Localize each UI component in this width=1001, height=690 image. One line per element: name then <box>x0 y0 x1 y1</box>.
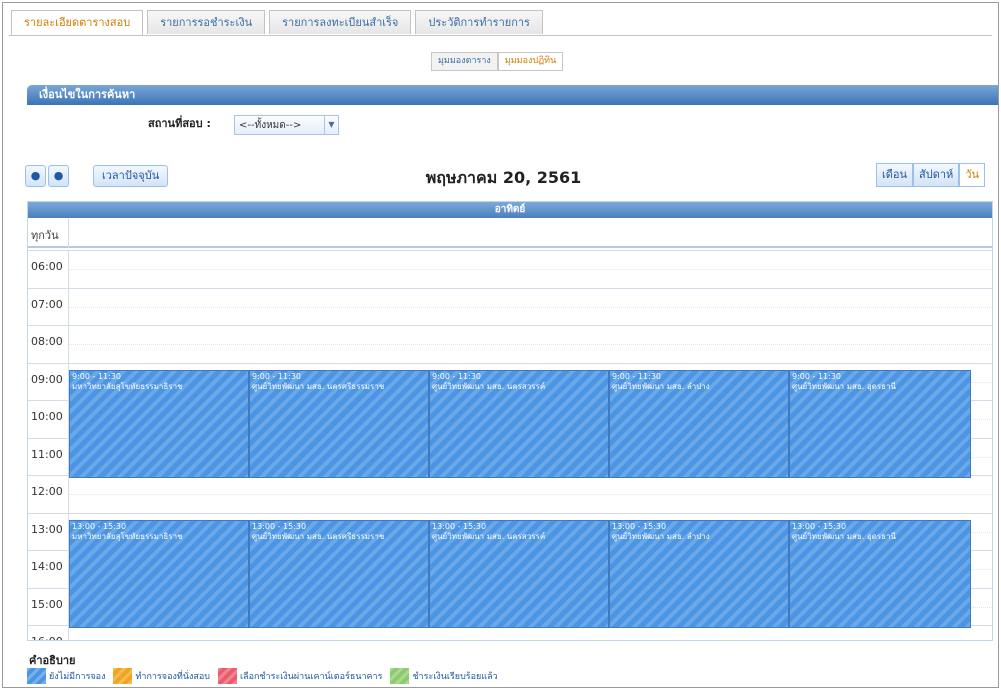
legend-item: ยังไม่มีการจอง <box>27 668 105 684</box>
event-location: มหาวิทยาลัยสุโขทัยธรรมาธิราช <box>72 531 183 541</box>
event-location: ศูนย์วิทยพัฒนา มสธ. ลำปาง <box>612 381 710 391</box>
event-time: 9:00 - 11:30 <box>432 371 481 381</box>
event-time: 13:00 - 15:30 <box>72 521 127 531</box>
view-switch: มุมมองตาราง มุมมองปฏิทิน <box>431 52 564 71</box>
event-location: มหาวิทยาลัยสุโขทัยธรรมาธิราช <box>72 381 183 391</box>
event-time: 9:00 - 11:30 <box>252 371 301 381</box>
event-location: ศูนย์วิทยพัฒนา มสธ. อุดรธานี <box>792 381 896 391</box>
search-panel: เงื่อนไขในการค้นหา สถานที่สอบ : <--ทั้งห… <box>27 85 998 145</box>
tab-pending-payment[interactable]: รายการรอชำระเงิน <box>147 10 266 34</box>
search-panel-title: เงื่อนไขในการค้นหา <box>27 85 998 105</box>
tab-history[interactable]: ประวัติการทำรายการ <box>415 10 543 34</box>
legend: คำอธิบาย ยังไม่มีการจอง ทำการจองที่นั่งสอ… <box>27 651 987 687</box>
exam-event[interactable]: 13:00 - 15:30 มหาวิทยาลัยสุโขทัยธรรมาธิรา… <box>69 519 249 629</box>
calendar-date-title: พฤษภาคม 20, 2561 <box>425 168 582 187</box>
all-day-label: ทุกวัน <box>31 229 59 242</box>
exam-event[interactable]: 13:00 - 15:30 ศูนย์วิทยพัฒนา มสธ. นครสวรร… <box>429 519 609 629</box>
event-location: ศูนย์วิทยพัฒนา มสธ. นครศรีธรรมราช <box>252 531 385 541</box>
legend-label: เลือกชำระเงินผ่านเคาน์เตอร์ธนาคาร <box>239 672 383 682</box>
hour-label: 16:00 <box>31 635 63 640</box>
legend-swatch <box>217 668 237 684</box>
event-location: ศูนย์วิทยพัฒนา มสธ. นครสวรรค์ <box>432 381 546 391</box>
hour-row[interactable]: 08:00 <box>28 325 992 363</box>
hour-label: 06:00 <box>31 260 63 273</box>
location-select-value: <--ทั้งหมด--> <box>239 119 302 131</box>
hour-label: 14:00 <box>31 560 63 573</box>
hour-label: 11:00 <box>31 447 63 461</box>
day-header: อาทิตย์ <box>28 202 992 218</box>
hour-label: 13:00 <box>31 522 63 536</box>
search-panel-body: สถานที่สอบ : <--ทั้งหมด--> ▼ <box>27 105 998 143</box>
calendar-scrollbar[interactable]: ▼ <box>992 250 993 641</box>
hour-row[interactable]: 12:00 <box>28 475 992 513</box>
legend-item: เลือกชำระเงินผ่านเคาน์เตอร์ธนาคาร <box>217 668 383 684</box>
event-time: 13:00 - 15:30 <box>432 521 487 531</box>
location-label: สถานที่สอบ : <box>148 117 211 130</box>
event-location: ศูนย์วิทยพัฒนา มสธ. ลำปาง <box>612 531 710 541</box>
hour-row[interactable]: 07:00 <box>28 287 992 326</box>
half-hour-line <box>68 344 992 345</box>
tab-exam-schedule[interactable]: รายละเอียดตารางสอบ <box>11 10 144 36</box>
day-view-button[interactable]: วัน <box>959 163 986 187</box>
hour-label: 15:00 <box>31 597 63 611</box>
hour-label: 10:00 <box>31 410 63 423</box>
exam-event[interactable]: 9:00 - 11:30 ศูนย์วิทยพัฒนา มสธ. นครสวรรค… <box>429 369 609 479</box>
half-hour-line <box>68 494 992 495</box>
tab-registered[interactable]: รายการลงทะเบียนสำเร็จ <box>269 10 412 34</box>
chevron-down-icon[interactable]: ▼ <box>324 116 338 134</box>
event-time: 13:00 - 15:30 <box>612 521 667 531</box>
hour-label: 08:00 <box>31 335 63 348</box>
event-location: ศูนย์วิทยพัฒนา มสธ. อุดรธานี <box>792 531 896 541</box>
hour-label: 12:00 <box>31 485 63 498</box>
hour-label: 09:00 <box>31 372 63 386</box>
legend-item: ทำการจองที่นั่งสอบ <box>113 668 210 684</box>
exam-event[interactable]: 13:00 - 15:30 ศูนย์วิทยพัฒนา มสธ. อุดรธาน… <box>789 519 971 629</box>
exam-event[interactable]: 9:00 - 11:30 ศูนย์วิทยพัฒนา มสธ. ลำปาง <box>609 369 789 479</box>
exam-event[interactable]: 13:00 - 15:30 ศูนย์วิทยพัฒนา มสธ. ลำปาง <box>609 519 789 629</box>
legend-swatch <box>390 668 410 684</box>
app-frame: รายละเอียดตารางสอบ รายการรอชำระเงิน รายก… <box>2 2 999 688</box>
legend-items: ยังไม่มีการจอง ทำการจองที่นั่งสอบ เลือกชำร… <box>27 668 506 684</box>
event-location: ศูนย์วิทยพัฒนา มสธ. นครศรีธรรมราช <box>252 381 385 391</box>
hour-row[interactable]: 06:00 <box>28 250 992 288</box>
tab-divider <box>9 35 992 36</box>
exam-event[interactable]: 9:00 - 11:30 ศูนย์วิทยพัฒนา มสธ. อุดรธานี <box>789 369 971 479</box>
all-day-divider <box>68 218 69 248</box>
event-time: 9:00 - 11:30 <box>792 371 841 381</box>
half-hour-line <box>68 269 992 270</box>
hour-label: 07:00 <box>31 297 63 311</box>
legend-label: ชำระเงินเรียบร้อยแล้ว <box>412 672 498 682</box>
legend-swatch <box>27 668 46 684</box>
event-time: 13:00 - 15:30 <box>252 521 307 531</box>
event-time: 13:00 - 15:30 <box>792 521 847 531</box>
half-hour-line <box>68 306 992 308</box>
calendar-mode-switch: เดือน สัปดาห์ วัน <box>876 163 986 187</box>
exam-event[interactable]: 9:00 - 11:30 มหาวิทยาลัยสุโขทัยธรรมาธิราช <box>69 369 249 479</box>
calendar-grid: อาทิตย์ ทุกวัน 06:00 07:00 08:00 09:00 10:00… <box>27 201 993 641</box>
event-location: ศูนย์วิทยพัฒนา มสธ. นครสวรรค์ <box>432 531 546 541</box>
legend-swatch <box>113 668 133 684</box>
exam-event[interactable]: 13:00 - 15:30 ศูนย์วิทยพัฒนา มสธ. นครศรีธ… <box>249 519 429 629</box>
tab-bar: รายละเอียดตารางสอบ รายการรอชำระเงิน รายก… <box>11 10 547 36</box>
all-day-row[interactable]: ทุกวัน <box>28 218 992 248</box>
calendar-view-button[interactable]: มุมมองปฏิทิน <box>497 52 564 71</box>
exam-event[interactable]: 9:00 - 11:30 ศูนย์วิทยพัฒนา มสธ. นครศรีธร… <box>249 369 429 479</box>
legend-item: ชำระเงินเรียบร้อยแล้ว <box>390 668 498 684</box>
legend-title: คำอธิบาย <box>29 654 76 667</box>
table-view-button[interactable]: มุมมองตาราง <box>431 52 498 71</box>
event-time: 9:00 - 11:30 <box>72 371 121 381</box>
legend-label: ทำการจองที่นั่งสอบ <box>135 672 210 682</box>
legend-label: ยังไม่มีการจอง <box>49 672 106 682</box>
week-view-button[interactable]: สัปดาห์ <box>913 163 960 187</box>
month-view-button[interactable]: เดือน <box>876 163 914 187</box>
location-select[interactable]: <--ทั้งหมด--> ▼ <box>234 115 339 135</box>
event-time: 9:00 - 11:30 <box>612 371 661 381</box>
